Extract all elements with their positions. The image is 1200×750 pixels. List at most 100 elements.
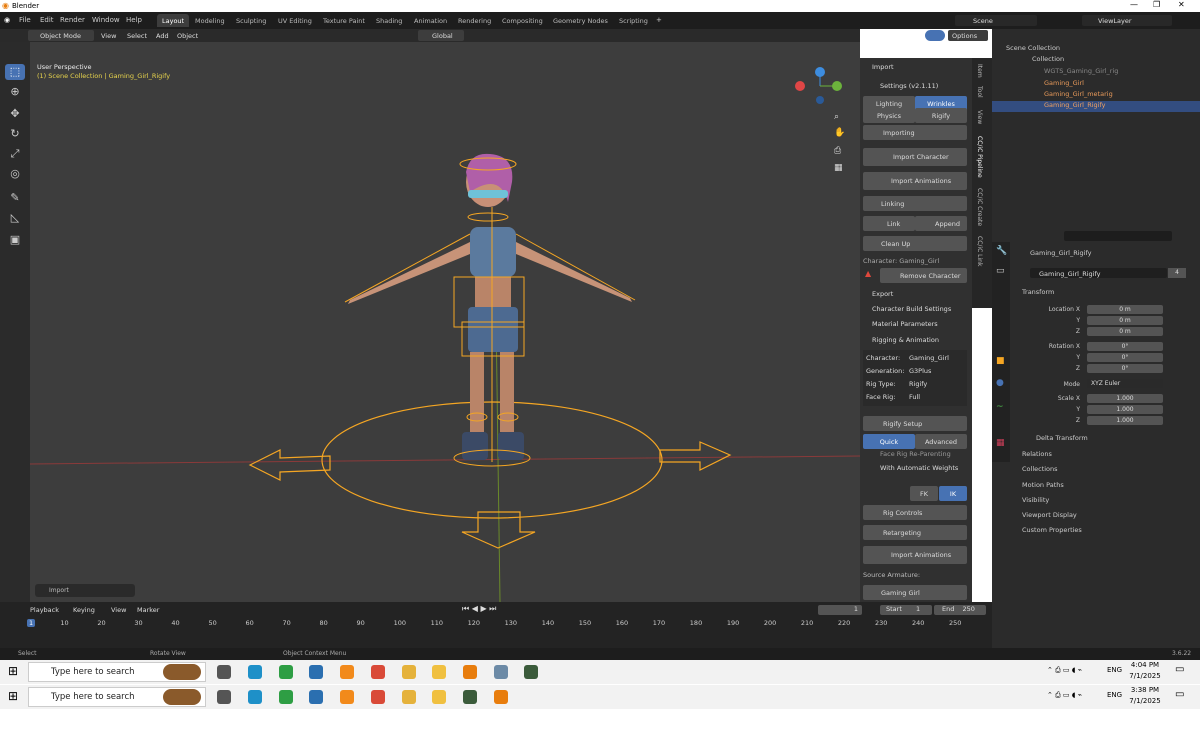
- current-frame-field[interactable]: 1: [818, 605, 862, 615]
- annotate-icon[interactable]: ✎: [5, 190, 25, 206]
- mode-selector[interactable]: Object Mode: [28, 30, 94, 41]
- tab-compositing[interactable]: Compositing: [497, 14, 548, 27]
- outliner-row[interactable]: WGTS_Gaming_Girl_rig: [992, 67, 1200, 78]
- shading-solid-icon[interactable]: [925, 30, 945, 41]
- options-button[interactable]: Options: [948, 30, 988, 41]
- rotation-z-field[interactable]: 0°: [1087, 364, 1163, 373]
- tab-texture-paint[interactable]: Texture Paint: [318, 14, 370, 27]
- object-name-field[interactable]: Gaming_Girl_Rigify: [1030, 268, 1167, 278]
- measure-icon[interactable]: ◺: [5, 210, 25, 226]
- outliner-row[interactable]: Collection: [992, 55, 1200, 66]
- scale-z-field[interactable]: 1.000: [1087, 416, 1163, 425]
- retargeting-dropdown[interactable]: Retargeting: [863, 525, 967, 540]
- wordpress-icon[interactable]: [279, 690, 293, 704]
- modifier-props-icon[interactable]: ●: [996, 378, 1004, 388]
- clock-date[interactable]: 7/1/2025: [1128, 697, 1162, 705]
- relations-section[interactable]: Relations: [1022, 450, 1052, 458]
- edge-icon[interactable]: [248, 690, 262, 704]
- select-box-icon[interactable]: ⬚: [5, 64, 25, 80]
- properties-search-input[interactable]: [1064, 231, 1172, 241]
- tab-cc-create[interactable]: CC/iC Create: [976, 188, 983, 226]
- collections-section[interactable]: Collections: [1022, 465, 1058, 473]
- close-icon[interactable]: ✕: [1178, 0, 1185, 9]
- tab-sculpting[interactable]: Sculpting: [231, 14, 271, 27]
- rotation-y-field[interactable]: 0°: [1087, 353, 1163, 362]
- move-icon[interactable]: ✥: [5, 106, 25, 122]
- import-character-button[interactable]: Import Character: [863, 148, 967, 166]
- outliner-row[interactable]: Scene Collection: [992, 44, 1200, 55]
- tab-modeling[interactable]: Modeling: [190, 14, 230, 27]
- tab-item[interactable]: Item: [976, 64, 983, 78]
- view-layer-selector[interactable]: ViewLayer: [1082, 15, 1172, 26]
- file-explorer-icon[interactable]: [432, 690, 446, 704]
- clock-date[interactable]: 7/1/2025: [1128, 672, 1162, 680]
- menu-view[interactable]: View: [101, 32, 116, 40]
- location-z-field[interactable]: 0 m: [1087, 327, 1163, 336]
- chrome-icon[interactable]: [371, 690, 385, 704]
- task-view-icon[interactable]: [217, 690, 231, 704]
- tab-rigify[interactable]: Rigify: [915, 108, 967, 123]
- rigging-section[interactable]: Rigging & Animation: [872, 336, 939, 344]
- app-icon[interactable]: [494, 665, 508, 679]
- visibility-section[interactable]: Visibility: [1022, 496, 1049, 504]
- nvidia-icon[interactable]: [463, 690, 477, 704]
- photos-icon[interactable]: [309, 690, 323, 704]
- tab-physics[interactable]: Physics: [863, 108, 915, 123]
- tray-icons[interactable]: ⌃ ⎙ ▭ ◖ ⌁: [1047, 691, 1082, 700]
- source-armature-field[interactable]: Gaming Girl: [863, 585, 967, 600]
- zoom-icon[interactable]: ⌕: [834, 112, 839, 122]
- 3d-viewport[interactable]: User Perspective (1) Scene Collection | …: [30, 42, 860, 602]
- tab-layout[interactable]: Layout: [157, 14, 190, 27]
- link-button[interactable]: Link: [863, 216, 915, 231]
- clock-time[interactable]: 4:04 PM: [1128, 661, 1162, 669]
- menu-window[interactable]: Window: [92, 16, 120, 24]
- outliner-row-selected[interactable]: Gaming_Girl_Rigify: [992, 101, 1200, 112]
- grid-icon[interactable]: ▦: [834, 163, 843, 173]
- menu-help[interactable]: Help: [126, 16, 142, 24]
- menu-file[interactable]: File: [19, 16, 31, 24]
- viewport-display-section[interactable]: Viewport Display: [1022, 511, 1077, 519]
- location-x-field[interactable]: 0 m: [1087, 305, 1163, 314]
- quick-button[interactable]: Quick: [863, 434, 915, 449]
- notification-icon[interactable]: ▭: [1175, 664, 1184, 675]
- custom-properties-section[interactable]: Custom Properties: [1022, 526, 1082, 534]
- tab-animation[interactable]: Animation: [409, 14, 452, 27]
- material-props-icon[interactable]: ▦: [996, 438, 1005, 448]
- language-indicator[interactable]: ENG: [1107, 666, 1122, 674]
- rigify-setup-dropdown[interactable]: Rigify Setup: [863, 416, 967, 431]
- import-animations-button[interactable]: Import Animations: [863, 172, 967, 190]
- wordpress-icon[interactable]: [279, 665, 293, 679]
- task-view-icon[interactable]: [217, 665, 231, 679]
- physics-props-icon[interactable]: ~: [996, 402, 1004, 412]
- vlc-icon[interactable]: [340, 690, 354, 704]
- file-explorer-icon[interactable]: [432, 665, 446, 679]
- minimize-icon[interactable]: —: [1130, 0, 1138, 9]
- blender-taskbar-icon[interactable]: [494, 690, 508, 704]
- menu-keying[interactable]: Keying: [73, 606, 95, 614]
- rotation-mode-select[interactable]: XYZ Euler: [1087, 379, 1163, 388]
- object-props-icon[interactable]: ■: [996, 356, 1005, 366]
- material-params-section[interactable]: Material Parameters: [872, 320, 938, 328]
- windows-start-icon[interactable]: ⊞: [8, 664, 18, 678]
- scale-x-field[interactable]: 1.000: [1087, 394, 1163, 403]
- transform-icon[interactable]: ◎: [5, 166, 25, 182]
- location-y-field[interactable]: 0 m: [1087, 316, 1163, 325]
- ik-button[interactable]: IK: [939, 486, 967, 501]
- linking-button[interactable]: Linking: [863, 196, 967, 211]
- tool-props-icon[interactable]: 🔧: [996, 246, 1007, 256]
- orientation-selector[interactable]: Global: [418, 30, 464, 41]
- tab-geometry-nodes[interactable]: Geometry Nodes: [548, 14, 613, 27]
- clock-time[interactable]: 3:38 PM: [1128, 686, 1162, 694]
- maximize-icon[interactable]: ❐: [1153, 0, 1160, 9]
- menu-edit[interactable]: Edit: [40, 16, 54, 24]
- tab-cc-link[interactable]: CC/iC Link: [976, 236, 983, 266]
- scale-icon[interactable]: ⤢: [5, 146, 25, 162]
- tab-cc-pipeline[interactable]: CC/iC Pipeline: [976, 136, 983, 178]
- menu-select[interactable]: Select: [127, 32, 147, 40]
- rotate-icon[interactable]: ↻: [5, 126, 25, 142]
- clean-up-button[interactable]: Clean Up: [863, 236, 967, 251]
- windows-start-icon[interactable]: ⊞: [8, 689, 18, 703]
- edge-icon[interactable]: [248, 665, 262, 679]
- end-frame-field[interactable]: End 250: [934, 605, 986, 615]
- transform-section[interactable]: Transform: [1022, 288, 1054, 296]
